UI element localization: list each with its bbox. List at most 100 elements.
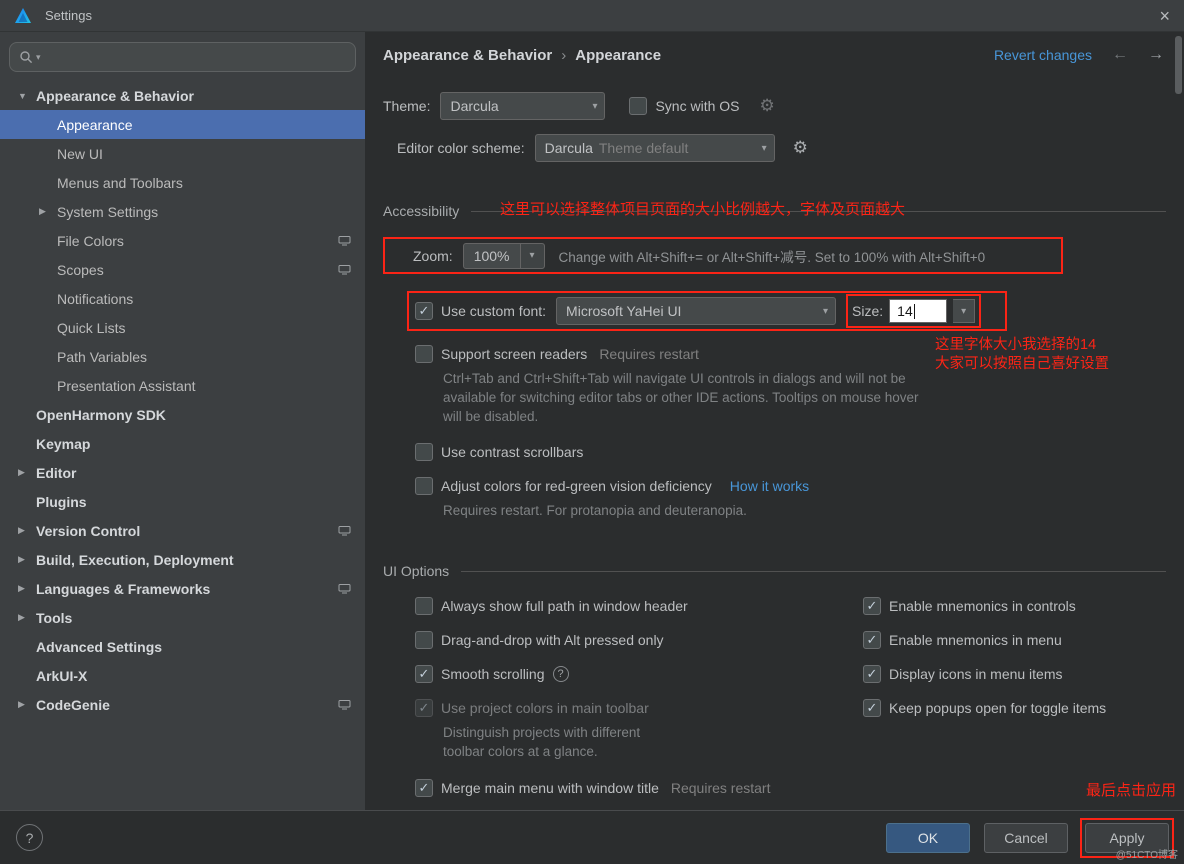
sidebar-item-keymap[interactable]: Keymap <box>0 429 365 458</box>
checkbox[interactable] <box>415 477 433 495</box>
sidebar-item-tools[interactable]: ▶Tools <box>0 603 365 632</box>
sidebar-item-build-execution-deployment[interactable]: ▶Build, Execution, Deployment <box>0 545 365 574</box>
sidebar-item-openharmony-sdk[interactable]: OpenHarmony SDK <box>0 400 365 429</box>
monitor-icon <box>338 699 351 710</box>
gear-icon[interactable]: ⚙ <box>760 96 775 116</box>
chevron-right-icon[interactable]: ▶ <box>18 699 36 710</box>
sidebar-item-codegenie[interactable]: ▶CodeGenie <box>0 690 365 719</box>
custom-font-highlight-box: ✓ Use custom font: Microsoft YaHei UI ▾ … <box>407 291 1007 331</box>
sidebar-item-editor[interactable]: ▶Editor <box>0 458 365 487</box>
checkbox-label: Enable mnemonics in controls <box>889 598 1076 614</box>
checkbox[interactable]: ✓ <box>863 665 881 683</box>
checkbox[interactable] <box>415 597 433 615</box>
help-button[interactable]: ? <box>16 824 43 851</box>
checkbox-row-red-green-vision[interactable]: Adjust colors for red-green vision defic… <box>415 475 1166 497</box>
theme-select[interactable]: Darcula ▾ <box>440 92 605 120</box>
breadcrumb-separator-icon: › <box>561 47 566 64</box>
checkbox[interactable] <box>415 631 433 649</box>
zoom-highlight-box: Zoom: 100% ▾ Change with Alt+Shift+= or … <box>383 237 1063 274</box>
sync-with-os-checkbox[interactable] <box>629 97 647 115</box>
titlebar: Settings × <box>0 0 1184 32</box>
sidebar-item-appearance[interactable]: Appearance <box>0 110 365 139</box>
font-size-label: Size: <box>852 303 883 319</box>
sidebar-item-label: Presentation Assistant <box>57 378 196 394</box>
checkbox-row-display-icons-in-menu-items[interactable]: ✓Display icons in menu items <box>863 663 1166 685</box>
checkbox-row-enable-mnemonics-in-menu[interactable]: ✓ Enable mnemonics in menu <box>863 629 1166 651</box>
revert-changes-link[interactable]: Revert changes <box>994 47 1092 63</box>
hint-line: will be disabled. <box>443 407 1166 426</box>
sidebar-item-system-settings[interactable]: ▶System Settings <box>0 197 365 226</box>
checkbox-label: Enable mnemonics in menu <box>889 632 1062 648</box>
forward-icon[interactable]: → <box>1148 46 1164 64</box>
use-custom-font-checkbox[interactable]: ✓ <box>415 302 433 320</box>
chevron-right-icon[interactable]: ▶ <box>39 206 57 217</box>
checkbox-hint: Distinguish projects with differenttoolb… <box>443 723 863 761</box>
sidebar-item-advanced-settings[interactable]: Advanced Settings <box>0 632 365 661</box>
checkbox[interactable]: ✓ <box>415 779 433 797</box>
chevron-down-icon[interactable]: ▼ <box>18 91 36 101</box>
annotation-zoom-note: 这里可以选择整体项目页面的大小比例越大，字体及页面越大 <box>500 198 905 219</box>
chevron-down-icon[interactable]: ▾ <box>953 299 975 323</box>
sidebar-item-path-variables[interactable]: Path Variables <box>0 342 365 371</box>
checkbox[interactable]: ✓ <box>415 665 433 683</box>
sidebar-item-menus-and-toolbars[interactable]: Menus and Toolbars <box>0 168 365 197</box>
sidebar-item-notifications[interactable]: Notifications <box>0 284 365 313</box>
checkbox-row-smooth-scrolling[interactable]: ✓Smooth scrolling? <box>415 663 863 685</box>
sidebar-item-plugins[interactable]: Plugins <box>0 487 365 516</box>
checkbox-row-use-contrast-scrollbars[interactable]: Use contrast scrollbars <box>415 441 1166 463</box>
chevron-right-icon[interactable]: ▶ <box>18 583 36 594</box>
annotation-apply-note: 最后点击应用 <box>1086 779 1176 800</box>
checkbox[interactable] <box>415 443 433 461</box>
checkbox-row-merge-main-menu-with-window-title[interactable]: ✓Merge main menu with window titleRequir… <box>415 777 863 799</box>
cancel-button[interactable]: Cancel <box>984 823 1068 853</box>
checkbox-row-drag-and-drop-with-alt-pressed-only[interactable]: Drag-and-drop with Alt pressed only <box>415 629 863 651</box>
how-it-works-link[interactable]: How it works <box>730 478 809 494</box>
section-title: Accessibility <box>383 203 459 219</box>
sidebar-item-arkui-x[interactable]: ArkUI-X <box>0 661 365 690</box>
checkbox-row-keep-popups-open-for-toggle-items[interactable]: ✓Keep popups open for toggle items <box>863 697 1166 719</box>
chevron-down-icon[interactable]: ▾ <box>520 244 544 268</box>
checkbox-row-use-project-colors-in-main-toolbar[interactable]: ✓Use project colors in main toolbar <box>415 697 863 719</box>
sidebar-item-new-ui[interactable]: New UI <box>0 139 365 168</box>
sidebar-item-appearance-behavior[interactable]: ▼Appearance & Behavior <box>0 81 365 110</box>
section-title: UI Options <box>383 563 449 579</box>
font-family-select[interactable]: Microsoft YaHei UI ▾ <box>556 297 836 325</box>
settings-content: Appearance & Behavior › Appearance Rever… <box>365 32 1184 810</box>
checkbox-label: Use contrast scrollbars <box>441 444 583 460</box>
font-size-input[interactable]: 14 <box>889 299 947 323</box>
sidebar-item-version-control[interactable]: ▶Version Control <box>0 516 365 545</box>
gear-icon[interactable]: ⚙ <box>793 138 808 158</box>
sidebar-item-label: Languages & Frameworks <box>36 581 210 597</box>
scrollbar-thumb[interactable] <box>1175 36 1182 94</box>
checkbox[interactable]: ✓ <box>415 699 433 717</box>
help-icon[interactable]: ? <box>553 666 569 682</box>
search-input[interactable]: ▾ <box>9 42 356 72</box>
editor-color-scheme-select[interactable]: Darcula Theme default ▾ <box>535 134 775 162</box>
checkbox[interactable]: ✓ <box>863 699 881 717</box>
breadcrumb-category[interactable]: Appearance & Behavior <box>383 47 552 64</box>
red-green-hint: Requires restart. For protanopia and deu… <box>443 501 1166 520</box>
footer-bar: ? OK Cancel Apply @51CTO博客 <box>0 810 1184 864</box>
checkbox-row-enable-mnemonics-in-controls[interactable]: ✓ Enable mnemonics in controls <box>863 595 1166 617</box>
checkbox-row-always-show-full-path-in-window-header[interactable]: Always show full path in window header <box>415 595 863 617</box>
sidebar-item-scopes[interactable]: Scopes <box>0 255 365 284</box>
back-icon[interactable]: ← <box>1112 46 1128 64</box>
sidebar-item-quick-lists[interactable]: Quick Lists <box>0 313 365 342</box>
checkbox[interactable]: ✓ <box>863 631 881 649</box>
sidebar-item-file-colors[interactable]: File Colors <box>0 226 365 255</box>
chevron-right-icon[interactable]: ▶ <box>18 467 36 478</box>
chevron-right-icon[interactable]: ▶ <box>18 554 36 565</box>
checkbox[interactable] <box>415 345 433 363</box>
checkbox[interactable]: ✓ <box>863 597 881 615</box>
sidebar-item-label: CodeGenie <box>36 697 110 713</box>
chevron-right-icon[interactable]: ▶ <box>18 525 36 536</box>
chevron-right-icon[interactable]: ▶ <box>18 612 36 623</box>
sidebar-item-presentation-assistant[interactable]: Presentation Assistant <box>0 371 365 400</box>
ok-button[interactable]: OK <box>886 823 970 853</box>
zoom-select[interactable]: 100% ▾ <box>463 243 545 269</box>
sidebar-item-languages-frameworks[interactable]: ▶Languages & Frameworks <box>0 574 365 603</box>
sidebar-item-label: New UI <box>57 146 103 162</box>
close-icon[interactable]: × <box>1159 7 1170 25</box>
window-title: Settings <box>45 8 92 23</box>
sidebar-item-label: Menus and Toolbars <box>57 175 183 191</box>
